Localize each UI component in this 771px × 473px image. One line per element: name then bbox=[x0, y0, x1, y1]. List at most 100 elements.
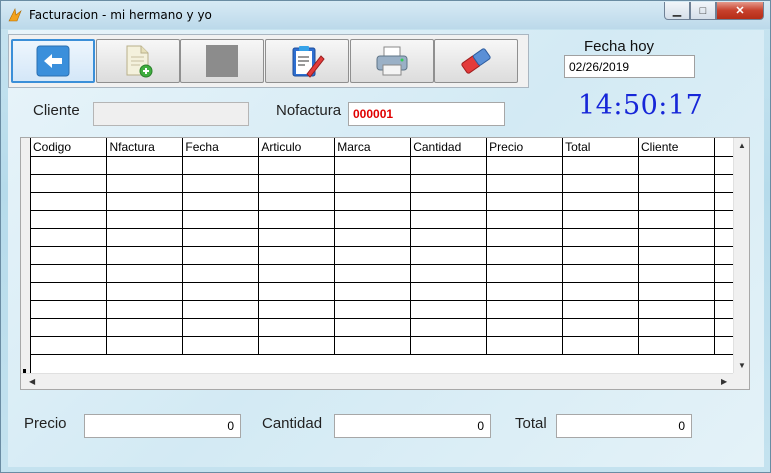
table-cell[interactable] bbox=[334, 246, 412, 265]
table-cell[interactable] bbox=[31, 156, 108, 175]
table-cell[interactable] bbox=[31, 174, 108, 193]
table-cell[interactable] bbox=[562, 300, 640, 319]
table-cell[interactable] bbox=[106, 282, 184, 301]
table-cell[interactable] bbox=[106, 264, 184, 283]
table-cell[interactable] bbox=[562, 228, 640, 247]
invoice-grid[interactable]: Codigo Nfactura Fecha Articulo Marca Cantidad… bbox=[20, 137, 750, 390]
table-row[interactable] bbox=[31, 228, 735, 247]
table-cell[interactable] bbox=[562, 246, 640, 265]
table-cell[interactable] bbox=[334, 300, 412, 319]
maximize-button[interactable]: □ bbox=[690, 2, 716, 20]
vertical-scrollbar[interactable]: ▲ ▼ bbox=[733, 138, 749, 374]
table-row[interactable] bbox=[31, 336, 735, 355]
table-cell[interactable] bbox=[31, 210, 108, 229]
table-cell[interactable] bbox=[410, 336, 488, 355]
table-cell[interactable] bbox=[334, 174, 412, 193]
table-cell[interactable] bbox=[486, 264, 564, 283]
table-cell[interactable] bbox=[182, 318, 260, 337]
table-cell[interactable] bbox=[714, 336, 735, 355]
erase-button[interactable] bbox=[434, 39, 518, 83]
table-cell[interactable] bbox=[182, 300, 260, 319]
table-cell[interactable] bbox=[106, 228, 184, 247]
table-cell[interactable] bbox=[638, 318, 715, 337]
table-cell[interactable] bbox=[182, 174, 260, 193]
table-cell[interactable] bbox=[714, 282, 735, 301]
scroll-up-icon[interactable]: ▲ bbox=[738, 141, 746, 150]
table-row[interactable] bbox=[31, 210, 735, 229]
table-cell[interactable] bbox=[486, 282, 564, 301]
table-cell[interactable] bbox=[714, 156, 735, 175]
table-cell[interactable] bbox=[638, 210, 715, 229]
cliente-field[interactable] bbox=[93, 102, 249, 126]
column-header[interactable]: Precio bbox=[486, 138, 564, 157]
table-cell[interactable] bbox=[714, 246, 735, 265]
scroll-left-icon[interactable]: ◀ bbox=[29, 377, 35, 386]
table-cell[interactable] bbox=[410, 282, 488, 301]
column-header[interactable]: Cliente bbox=[638, 138, 715, 157]
table-cell[interactable] bbox=[106, 210, 184, 229]
table-row[interactable] bbox=[31, 156, 735, 175]
table-cell[interactable] bbox=[714, 264, 735, 283]
table-cell[interactable] bbox=[638, 336, 715, 355]
table-cell[interactable] bbox=[334, 156, 412, 175]
cantidad-field[interactable] bbox=[334, 414, 491, 438]
table-cell[interactable] bbox=[258, 282, 336, 301]
table-cell[interactable] bbox=[182, 282, 260, 301]
column-header[interactable]: Total bbox=[562, 138, 640, 157]
table-cell[interactable] bbox=[714, 210, 735, 229]
table-cell[interactable] bbox=[106, 246, 184, 265]
table-cell[interactable] bbox=[486, 246, 564, 265]
table-cell[interactable] bbox=[410, 156, 488, 175]
table-cell[interactable] bbox=[258, 318, 336, 337]
table-cell[interactable] bbox=[410, 174, 488, 193]
table-cell[interactable] bbox=[486, 174, 564, 193]
table-cell[interactable] bbox=[334, 336, 412, 355]
table-cell[interactable] bbox=[714, 192, 735, 211]
column-header[interactable]: Articulo bbox=[258, 138, 336, 157]
print-button[interactable] bbox=[350, 39, 434, 83]
table-cell[interactable] bbox=[410, 264, 488, 283]
table-row[interactable] bbox=[31, 174, 735, 193]
table-cell[interactable] bbox=[31, 300, 108, 319]
table-cell[interactable] bbox=[106, 192, 184, 211]
new-document-button[interactable] bbox=[96, 39, 180, 83]
column-header[interactable] bbox=[714, 138, 735, 157]
table-cell[interactable] bbox=[638, 174, 715, 193]
table-cell[interactable] bbox=[410, 300, 488, 319]
table-cell[interactable] bbox=[31, 282, 108, 301]
table-cell[interactable] bbox=[106, 318, 184, 337]
fecha-field[interactable] bbox=[564, 55, 695, 78]
table-cell[interactable] bbox=[258, 228, 336, 247]
title-bar[interactable]: Facturacion - mi hermano y yo ▁ □ ✕ bbox=[1, 1, 770, 29]
edit-button[interactable] bbox=[265, 39, 349, 83]
column-header[interactable]: Codigo bbox=[31, 138, 108, 157]
table-cell[interactable] bbox=[410, 192, 488, 211]
table-cell[interactable] bbox=[486, 156, 564, 175]
table-cell[interactable] bbox=[258, 156, 336, 175]
table-cell[interactable] bbox=[106, 156, 184, 175]
table-cell[interactable] bbox=[562, 264, 640, 283]
table-row[interactable] bbox=[31, 246, 735, 265]
minimize-button[interactable]: ▁ bbox=[664, 2, 690, 20]
table-row[interactable] bbox=[31, 300, 735, 319]
scroll-right-icon[interactable]: ▶ bbox=[721, 377, 727, 386]
table-cell[interactable] bbox=[106, 336, 184, 355]
table-cell[interactable] bbox=[182, 192, 260, 211]
table-cell[interactable] bbox=[258, 336, 336, 355]
table-cell[interactable] bbox=[334, 264, 412, 283]
table-cell[interactable] bbox=[334, 318, 412, 337]
table-cell[interactable] bbox=[410, 228, 488, 247]
table-cell[interactable] bbox=[638, 264, 715, 283]
table-cell[interactable] bbox=[638, 192, 715, 211]
table-cell[interactable] bbox=[31, 264, 108, 283]
table-cell[interactable] bbox=[562, 192, 640, 211]
close-button[interactable]: ✕ bbox=[716, 2, 764, 20]
table-cell[interactable] bbox=[486, 336, 564, 355]
table-cell[interactable] bbox=[638, 156, 715, 175]
table-cell[interactable] bbox=[258, 264, 336, 283]
table-cell[interactable] bbox=[334, 282, 412, 301]
table-cell[interactable] bbox=[258, 174, 336, 193]
table-row[interactable] bbox=[31, 264, 735, 283]
column-header[interactable]: Nfactura bbox=[106, 138, 184, 157]
back-button[interactable] bbox=[11, 39, 95, 83]
